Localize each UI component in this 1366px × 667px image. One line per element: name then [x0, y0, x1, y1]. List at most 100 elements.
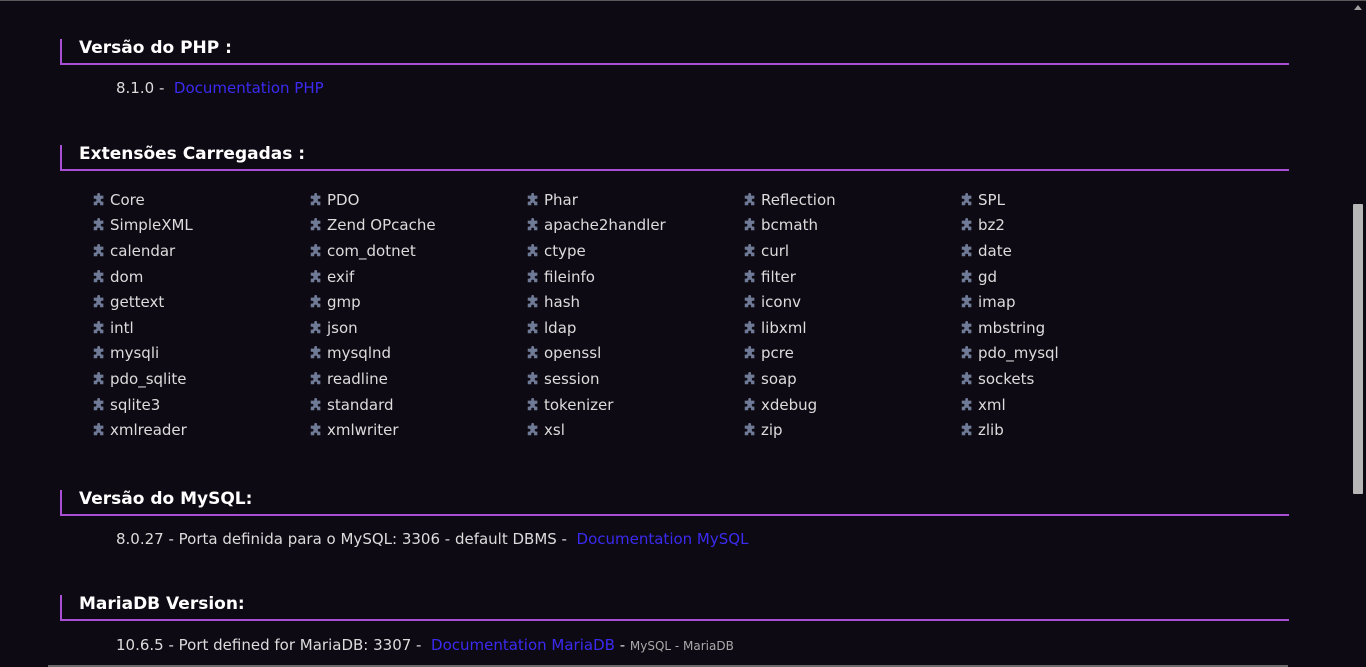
puzzle-piece-icon	[743, 269, 761, 284]
extension-name: calendar	[110, 241, 176, 260]
puzzle-piece-icon	[743, 423, 761, 437]
extension-name: hash	[544, 293, 581, 312]
extension-name: mbstring	[978, 318, 1046, 337]
extension-item: xsl	[526, 417, 743, 443]
puzzle-piece-icon	[92, 243, 110, 258]
extension-name: exif	[327, 267, 355, 286]
extension-item: Phar	[526, 187, 743, 213]
extension-item: tokenizer	[526, 392, 743, 418]
extension-name: iconv	[761, 293, 801, 312]
extension-name: xmlreader	[110, 421, 187, 440]
extension-name: sqlite3	[110, 395, 161, 414]
mysql-version-line: 8.0.27 - Porta definida para o MySQL: 33…	[116, 530, 748, 548]
extension-item: mysqli	[92, 341, 309, 367]
extensions-column: SPL bz2 date gd imap mbstring pdo_mysql sockets…	[960, 187, 1177, 443]
puzzle-piece-icon	[526, 295, 544, 309]
extension-item: pcre	[743, 341, 960, 367]
extension-item: readline	[309, 366, 526, 392]
extension-name: Reflection	[761, 190, 836, 209]
puzzle-piece-icon	[526, 218, 544, 232]
puzzle-piece-icon	[960, 295, 978, 309]
extension-item: xmlwriter	[309, 417, 526, 443]
php-documentation-link[interactable]: Documentation PHP	[174, 79, 324, 97]
extension-name: openssl	[544, 344, 602, 363]
extension-name: dom	[110, 267, 144, 286]
vertical-scrollbar[interactable]	[1349, 1, 1366, 667]
extension-item: xmlreader	[92, 417, 309, 443]
extension-name: xsl	[544, 421, 565, 440]
extension-name: pdo_sqlite	[110, 369, 187, 388]
puzzle-piece-icon	[526, 371, 544, 386]
extension-name: gmp	[327, 293, 361, 312]
extension-name: curl	[761, 241, 790, 260]
extension-name: sockets	[978, 369, 1035, 388]
extension-item: Zend OPcache	[309, 213, 526, 239]
puzzle-piece-icon	[309, 295, 327, 309]
extension-item: calendar	[92, 238, 309, 264]
puzzle-piece-icon	[92, 346, 110, 360]
extension-name: intl	[110, 318, 134, 337]
extension-name: SimpleXML	[110, 216, 193, 235]
puzzle-piece-icon	[743, 397, 761, 412]
extension-name: xmlwriter	[327, 421, 399, 440]
extension-item: zip	[743, 417, 960, 443]
extension-item: openssl	[526, 341, 743, 367]
extension-item: gettext	[92, 289, 309, 315]
window-top-border	[0, 0, 1366, 1]
extension-item: soap	[743, 366, 960, 392]
mariadb-separator: -	[614, 636, 630, 654]
extension-name: standard	[327, 395, 394, 414]
puzzle-piece-icon	[743, 346, 761, 360]
extension-item: Core	[92, 187, 309, 213]
extension-item: bz2	[960, 213, 1177, 239]
extension-item: intl	[92, 315, 309, 341]
extension-item: session	[526, 366, 743, 392]
extension-item: com_dotnet	[309, 238, 526, 264]
extension-item: exif	[309, 264, 526, 290]
puzzle-piece-icon	[92, 397, 110, 412]
extension-item: filter	[743, 264, 960, 290]
extension-item: libxml	[743, 315, 960, 341]
mysql-documentation-link[interactable]: Documentation MySQL	[577, 530, 749, 548]
extension-name: filter	[761, 267, 796, 286]
puzzle-piece-icon	[743, 371, 761, 386]
php-version: 8.1.0	[116, 79, 155, 97]
mariadb-info: 10.6.5 - Port defined for MariaDB: 3307 …	[116, 636, 427, 654]
puzzle-piece-icon	[309, 269, 327, 284]
scrollbar-thumb[interactable]	[1353, 204, 1363, 494]
puzzle-piece-icon	[526, 243, 544, 258]
puzzle-piece-icon	[960, 397, 978, 412]
extension-item: xdebug	[743, 392, 960, 418]
puzzle-piece-icon	[960, 423, 978, 437]
extension-item: PDO	[309, 187, 526, 213]
extension-name: gettext	[110, 293, 165, 312]
extension-name: soap	[761, 369, 797, 388]
extension-name: imap	[978, 293, 1016, 312]
puzzle-piece-icon	[309, 243, 327, 258]
extension-name: mysqlnd	[327, 344, 392, 363]
puzzle-piece-icon	[960, 192, 978, 207]
extension-item: xml	[960, 392, 1177, 418]
extension-item: dom	[92, 264, 309, 290]
puzzle-piece-icon	[960, 320, 978, 335]
extension-name: com_dotnet	[327, 241, 416, 260]
puzzle-piece-icon	[309, 397, 327, 412]
scroll-up-arrow-icon[interactable]	[1354, 5, 1362, 10]
extension-item: pdo_mysql	[960, 341, 1177, 367]
mariadb-section-title: MariaDB Version:	[79, 594, 245, 614]
puzzle-piece-icon	[309, 320, 327, 335]
extension-item: fileinfo	[526, 264, 743, 290]
puzzle-piece-icon	[92, 269, 110, 284]
extension-item: ldap	[526, 315, 743, 341]
extension-item: mysqlnd	[309, 341, 526, 367]
extensions-column: Core SimpleXML calendar dom gettext intl mysql…	[92, 187, 309, 443]
extension-item: gmp	[309, 289, 526, 315]
puzzle-piece-icon	[92, 218, 110, 232]
mariadb-documentation-link[interactable]: Documentation MariaDB	[431, 636, 615, 654]
extension-item: ctype	[526, 238, 743, 264]
extension-item: SPL	[960, 187, 1177, 213]
puzzle-piece-icon	[743, 218, 761, 232]
extension-item: sockets	[960, 366, 1177, 392]
puzzle-piece-icon	[960, 218, 978, 232]
extension-name: zlib	[978, 421, 1004, 440]
